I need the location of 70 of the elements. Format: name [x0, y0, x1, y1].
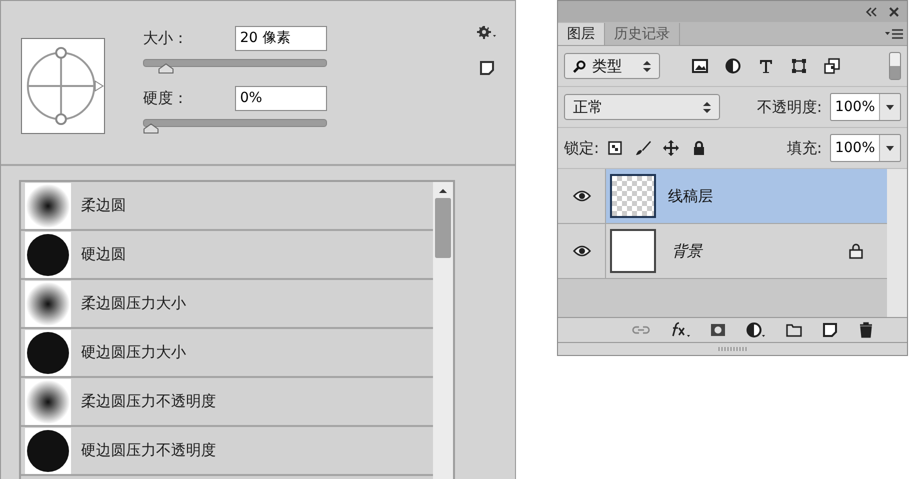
mask-icon[interactable]: [710, 322, 726, 338]
brush-preset[interactable]: 硬边圆压力不透明度: [21, 427, 433, 476]
new-layer-icon[interactable]: [822, 322, 838, 338]
layer-thumbnail: [610, 229, 656, 273]
up-down-arrows-icon: [703, 102, 711, 112]
brush-name: 柔边圆: [81, 196, 126, 215]
brush-preset[interactable]: 柔边圆压力大小: [21, 280, 433, 329]
hardness-input[interactable]: 0%: [235, 86, 327, 110]
blend-mode-select[interactable]: 正常: [564, 94, 720, 120]
brush-preset[interactable]: 柔边圆压力不透明度: [21, 378, 433, 427]
layer-name: 背景: [672, 242, 702, 260]
brush-name: 硬边圆: [81, 245, 126, 264]
image-icon[interactable]: [692, 58, 708, 74]
transform-icon[interactable]: [791, 58, 807, 74]
new-page-icon[interactable]: [480, 61, 494, 75]
brush-icon[interactable]: [635, 140, 652, 156]
brush-preset[interactable]: 硬边圆: [21, 231, 433, 280]
fx-icon[interactable]: [670, 322, 690, 338]
move-icon[interactable]: [663, 140, 680, 156]
soft-brush-icon: [25, 378, 71, 424]
scroll-up-arrow-icon[interactable]: [439, 188, 447, 194]
panel-tab[interactable]: 图层: [558, 23, 605, 45]
collapse-icon[interactable]: [865, 6, 877, 16]
checkerboard-icon[interactable]: [607, 140, 624, 156]
text-icon[interactable]: [758, 58, 774, 74]
trash-icon[interactable]: [858, 322, 874, 338]
dropdown-arrow-icon: [886, 146, 894, 150]
folder-icon[interactable]: [786, 322, 802, 338]
lock-label: 锁定:: [564, 138, 600, 158]
half-circle-icon[interactable]: [725, 58, 741, 74]
search-icon: [573, 60, 586, 72]
fill-label: 填充:: [786, 138, 822, 158]
layer-row[interactable]: 背景: [558, 224, 887, 279]
brush-preset[interactable]: 柔边圆: [21, 182, 433, 231]
opacity-input[interactable]: 100%: [830, 93, 901, 121]
menu-icon[interactable]: [885, 29, 903, 39]
close-icon[interactable]: [889, 6, 899, 16]
dropdown-arrow-icon: [886, 104, 894, 110]
slider-thumb[interactable]: [143, 123, 159, 134]
soft-brush-icon: [25, 182, 71, 228]
brush-name: 硬边圆压力大小: [81, 343, 186, 362]
scrollbar[interactable]: [433, 182, 453, 479]
layer-name: 线稿层: [668, 186, 713, 206]
size-label: 大小：: [143, 28, 188, 48]
brush-name: 柔边圆压力大小: [81, 294, 186, 313]
settings-icon[interactable]: [477, 25, 497, 39]
eye-icon[interactable]: [572, 245, 590, 257]
filter-toggle-switch[interactable]: [889, 52, 901, 80]
scrollbar-thumb[interactable]: [435, 198, 451, 258]
fill-input[interactable]: 100%: [830, 134, 901, 162]
opacity-label: 不透明度:: [756, 98, 822, 116]
smart-object-icon[interactable]: [824, 58, 840, 74]
scrollbar[interactable]: [887, 169, 907, 317]
up-down-arrows-icon: [643, 60, 651, 72]
resize-grip-icon[interactable]: [718, 347, 748, 351]
hardness-label: 硬度：: [143, 88, 188, 108]
adjustment-icon[interactable]: [746, 322, 766, 338]
eye-icon[interactable]: [572, 190, 590, 202]
brush-name: 硬边圆压力不透明度: [81, 441, 216, 460]
brush-preset[interactable]: 硬边圆压力大小: [21, 329, 433, 378]
hard-brush-icon: [25, 428, 71, 474]
hard-brush-icon: [25, 330, 71, 376]
layer-thumbnail: [610, 174, 656, 218]
brush-name: 柔边圆压力不透明度: [81, 392, 216, 411]
hard-brush-icon: [25, 232, 71, 278]
layer-row[interactable]: 线稿层: [558, 169, 887, 224]
filter-select[interactable]: 类型: [564, 53, 660, 79]
slider-thumb[interactable]: [158, 63, 174, 74]
size-input[interactable]: 20 像素: [235, 26, 327, 50]
soft-brush-icon: [25, 280, 71, 326]
